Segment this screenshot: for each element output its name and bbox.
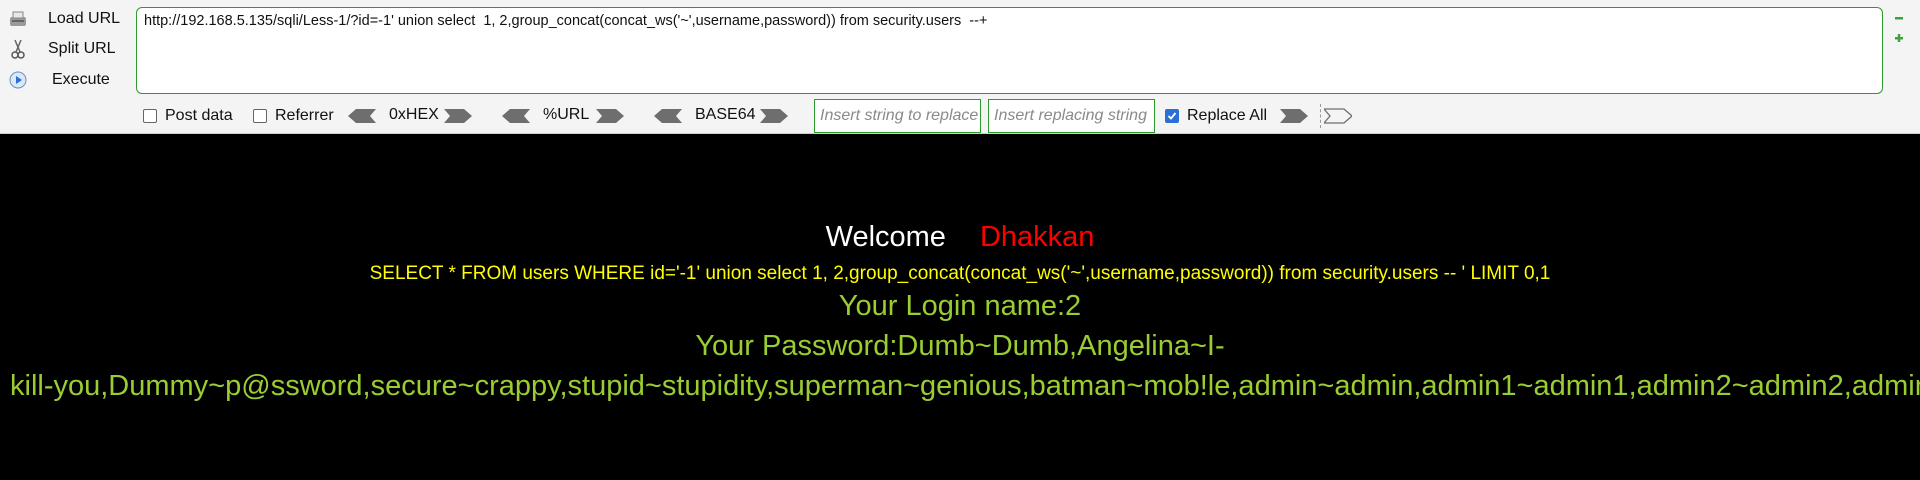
welcome-text: Welcome (825, 221, 946, 253)
welcome-line: Welcome Dhakkan (0, 221, 1920, 254)
referrer-label: Referrer (275, 107, 334, 124)
toolbar-separator (1320, 104, 1321, 128)
password-text: Your Password:Dumb~Dumb,Angelina~I- (695, 330, 1225, 362)
hex-encode-arrow-icon[interactable] (444, 108, 472, 124)
referrer-checkbox[interactable]: Referrer (253, 106, 334, 126)
hackbar-toolbar: Load URL Split URL Execute http://192.16… (0, 0, 1920, 134)
split-url-button[interactable]: Split URL (8, 36, 128, 62)
post-data-checkbox[interactable]: Post data (143, 106, 233, 126)
url-decode-arrow-icon[interactable] (502, 108, 530, 124)
hex-label: 0xHEX (389, 106, 439, 123)
minus-icon[interactable] (1894, 13, 1904, 23)
load-url-icon (8, 9, 28, 29)
split-url-label: Split URL (48, 40, 116, 57)
hex-decode-arrow-icon[interactable] (348, 108, 376, 124)
post-data-label: Post data (165, 107, 233, 124)
replace-arrow-icon[interactable] (1280, 108, 1308, 124)
url-encode-arrow-icon[interactable] (596, 108, 624, 124)
base64-label: BASE64 (695, 106, 756, 123)
checkmark-icon (1167, 112, 1177, 120)
referrer-box[interactable] (253, 109, 267, 123)
plus-icon[interactable] (1894, 33, 1904, 43)
sql-query-text: SELECT * FROM users WHERE id='-1' union … (369, 263, 1551, 284)
post-data-box[interactable] (143, 109, 157, 123)
play-icon (8, 70, 28, 90)
scissors-icon (8, 39, 28, 59)
page-output: Welcome Dhakkan SELECT * FROM users WHERE… (0, 135, 1920, 480)
login-name-text: Your Login name:2 (838, 290, 1082, 322)
base64-decode-arrow-icon[interactable] (654, 108, 682, 124)
insert-string-input[interactable]: Insert string to replace (814, 99, 981, 133)
replace-swap-arrow-icon[interactable] (1324, 108, 1352, 124)
replace-all-label: Replace All (1187, 107, 1268, 124)
url-encoding-label: %URL (543, 106, 590, 123)
base64-encode-arrow-icon[interactable] (760, 108, 788, 124)
execute-label: Execute (52, 71, 110, 88)
load-url-label: Load URL (48, 10, 121, 27)
user-name-text: Dhakkan (979, 221, 1095, 253)
password-continuation-text: kill-you,Dummy~p@ssword,secure~crappy,st… (10, 370, 1920, 402)
execute-button[interactable]: Execute (8, 67, 128, 93)
load-url-button[interactable]: Load URL (8, 6, 128, 32)
replacing-string-input[interactable]: Insert replacing string (988, 99, 1155, 133)
replace-all-checkbox[interactable]: Replace All (1165, 106, 1267, 126)
replace-all-box[interactable] (1165, 109, 1179, 123)
url-input[interactable]: http://192.168.5.135/sqli/Less-1/?id=-1'… (136, 7, 1883, 94)
